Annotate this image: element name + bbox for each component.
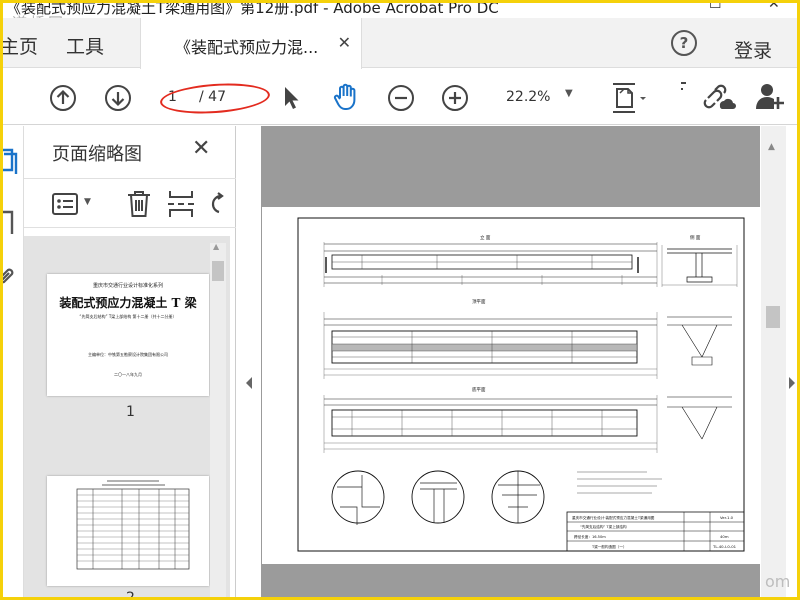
page-thumbnails-panel: 页面缩略图 ✕ ▼ 重庆市交通行业设计标准化系列 装配式预应力混凝土 T 梁 “… <box>24 126 236 600</box>
doc-scroll-up-icon[interactable]: ▲ <box>768 142 775 152</box>
fit-page-icon[interactable] <box>610 81 650 115</box>
titleblock-scale: 40m <box>720 534 729 539</box>
zoom-in-icon[interactable] <box>440 83 470 113</box>
thumb-editor-text: 主编单位：中铁第五勘察设计院集团有限公司 <box>88 352 168 357</box>
pdf-page: 立 面 侧 面 顶平面 底平面 重庆市交通行业设计·装配式预应力混凝土T梁通用图… <box>262 207 760 564</box>
options-dropdown-icon[interactable]: ▼ <box>84 197 91 207</box>
insert-page-icon[interactable] <box>168 189 194 219</box>
collapse-right-arrow-icon[interactable] <box>787 376 797 390</box>
zoom-level[interactable]: 22.2% <box>506 89 550 105</box>
previous-page-icon[interactable] <box>48 83 78 113</box>
next-page-icon[interactable] <box>103 83 133 113</box>
corner-watermark: om <box>765 572 791 591</box>
zoom-out-icon[interactable] <box>386 83 416 113</box>
tab-home[interactable]: 主页 <box>0 32 38 59</box>
zoom-dropdown-icon[interactable]: ▼ <box>565 88 573 99</box>
thumbnail-label-1: 1 <box>126 404 135 420</box>
red-annotation-ellipse <box>159 80 271 117</box>
window-title: 《装配式预应力混凝土T梁通用图》第12册.pdf - Adobe Acrobat… <box>6 0 499 17</box>
titleblock-org: 重庆市交通行业设计·装配式预应力混凝土T梁通用图 <box>572 515 655 520</box>
tab-bar: 主页 工具 《装配式预应力混... ✕ ? 登录 <box>0 18 800 69</box>
tab-tools[interactable]: 工具 <box>66 32 104 59</box>
scroll-up-icon[interactable]: ▲ <box>213 242 219 251</box>
main-toolbar: 1 / 47 22.2% ▼ <box>0 69 800 125</box>
thumb-series-text: 重庆市交通行业设计标准化系列 <box>92 283 163 289</box>
label-bottom-plan: 底平面 <box>472 386 486 393</box>
thumb-title-text: 装配式预应力混凝土 T 梁 <box>59 296 197 310</box>
panel-toolbar: ▼ <box>24 178 236 228</box>
label-side: 侧 面 <box>690 234 701 241</box>
tab-document[interactable]: 《装配式预应力混... ✕ <box>140 18 362 69</box>
delete-page-icon[interactable] <box>126 189 152 219</box>
thumbnail-options-icon[interactable] <box>52 192 80 216</box>
hand-tool-icon[interactable] <box>330 81 362 113</box>
document-scroll-thumb[interactable] <box>766 306 780 328</box>
add-user-icon[interactable] <box>754 81 786 113</box>
window-title-bar: 《装配式预应力混凝土T梁通用图》第12册.pdf - Adobe Acrobat… <box>0 0 800 32</box>
close-panel-icon[interactable]: ✕ <box>192 136 210 161</box>
attachments-icon[interactable] <box>0 266 20 288</box>
thumbnail-list: 重庆市交通行业设计标准化系列 装配式预应力混凝土 T 梁 “先简支后结构” T梁… <box>24 236 230 600</box>
page-thumbnail-2[interactable] <box>47 476 209 586</box>
titleblock-span: 跨径长度：16.50m <box>574 534 606 539</box>
expand-panel-arrow-icon[interactable] <box>244 376 254 390</box>
titleblock-drawing-name: T梁一般构造图（一） <box>591 544 627 549</box>
login-button[interactable]: 登录 <box>734 36 772 63</box>
close-window-icon[interactable]: ✕ <box>768 0 780 12</box>
titleblock-subtitle: “先简支后结构” T梁上部结构 <box>580 524 627 529</box>
left-navigation-strip <box>0 126 24 600</box>
select-cursor-icon[interactable] <box>280 84 302 112</box>
thumbnail-scrollbar[interactable]: ▲ <box>210 242 226 600</box>
page-thumbnail-1[interactable]: 重庆市交通行业设计标准化系列 装配式预应力混凝土 T 梁 “先简支后结构” T梁… <box>47 274 209 396</box>
rotate-page-icon[interactable] <box>208 191 224 217</box>
document-scrollbar[interactable]: ▲ <box>761 126 786 600</box>
panel-title: 页面缩略图 <box>52 144 142 165</box>
page-thumbnails-icon[interactable] <box>0 148 20 174</box>
titleblock-code: TL-40-I-0-01 <box>712 544 737 549</box>
thumb-table-graphic <box>76 480 190 570</box>
document-tab-label: 《装配式预应力混... <box>175 38 319 57</box>
label-top-plan: 顶平面 <box>472 299 486 305</box>
thumbnail-label-2: 2 <box>126 590 135 600</box>
close-tab-icon[interactable]: ✕ <box>338 33 351 52</box>
thumbnail-scroll-thumb[interactable] <box>212 261 224 281</box>
titleblock-version: Ver.1.0 <box>720 515 734 520</box>
maximize-icon[interactable]: ☐ <box>709 0 722 12</box>
label-elevation: 立 面 <box>480 234 491 241</box>
thumb-subtitle-text: “先简支后结构” T梁上部结构 第十二册（共十二分册） <box>79 314 177 319</box>
more-tools-icon[interactable] <box>680 81 688 101</box>
thumb-date-text: 二〇一八年九月 <box>114 372 142 377</box>
engineering-drawing: 立 面 侧 面 顶平面 底平面 重庆市交通行业设计·装配式预应力混凝土T梁通用图… <box>297 217 745 552</box>
help-icon[interactable]: ? <box>671 30 697 56</box>
share-link-icon[interactable] <box>700 80 736 112</box>
bookmarks-icon[interactable] <box>0 210 20 236</box>
